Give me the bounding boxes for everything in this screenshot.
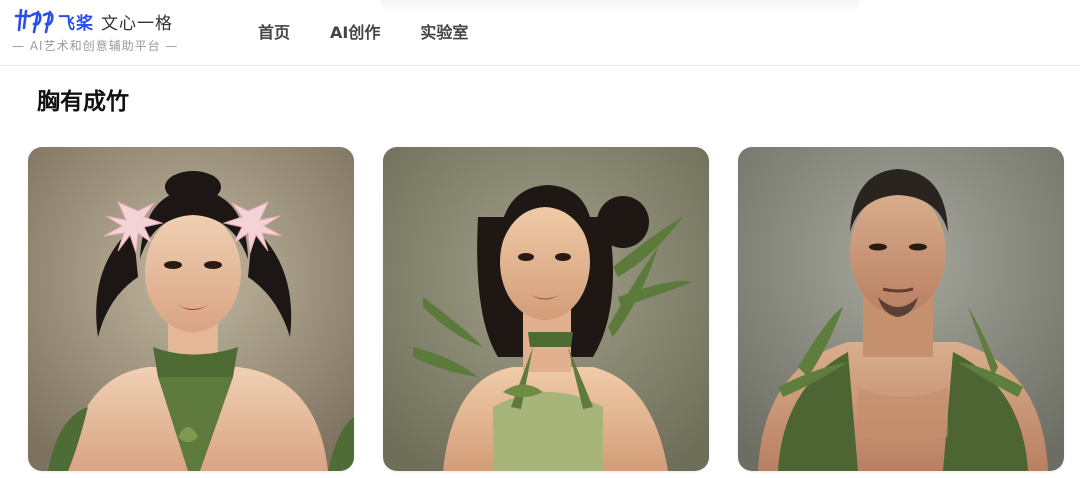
nav-lab[interactable]: 实验室	[420, 19, 468, 42]
logo-brand-text: 飞桨	[58, 14, 94, 34]
logo-product-name: 文心一格	[101, 14, 173, 34]
logo-tagline: — AI艺术和创意辅助平台 —	[12, 39, 179, 53]
header-shadow	[380, 0, 860, 14]
section-title: 胸有成竹	[37, 89, 129, 115]
nav-ai-create[interactable]: AI创作	[330, 19, 380, 42]
main-nav: 首页 AI创作 实验室	[258, 19, 468, 42]
logo[interactable]: 飞桨 文心一格 — AI艺术和创意辅助平台 —	[12, 6, 182, 60]
gallery-image-3[interactable]	[738, 147, 1064, 471]
logo-icon	[12, 6, 56, 39]
gallery-image-2[interactable]	[383, 147, 709, 471]
nav-home[interactable]: 首页	[258, 19, 290, 42]
top-header: 飞桨 文心一格 — AI艺术和创意辅助平台 — 首页 AI创作 实验室	[0, 0, 1080, 66]
gallery-image-1[interactable]	[28, 147, 354, 471]
